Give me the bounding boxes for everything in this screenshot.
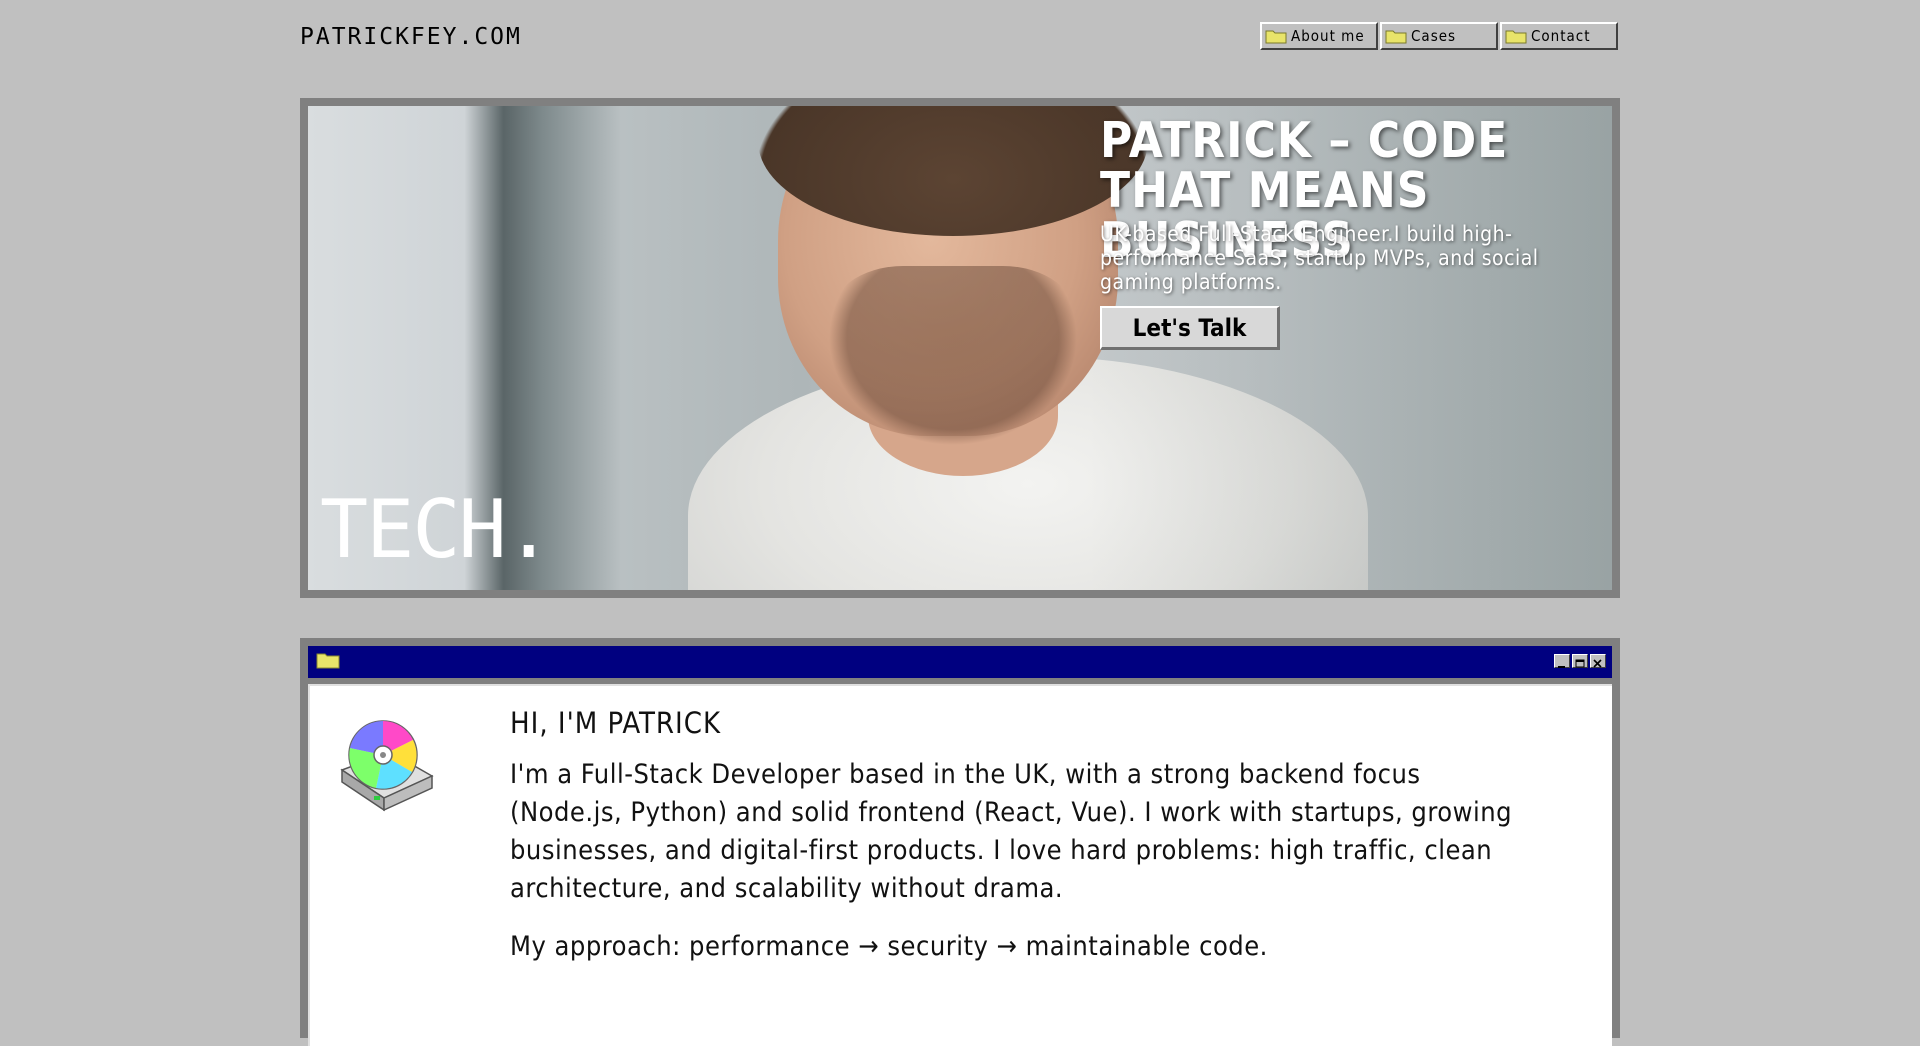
about-heading: HI, I'M PATRICK (510, 706, 722, 740)
nav-item-about[interactable]: About me (1260, 22, 1378, 50)
main-nav: About me Cases Contact (1260, 22, 1618, 50)
window-content: HI, I'M PATRICK I'm a Full-Stack Develop… (308, 684, 1612, 1046)
close-icon[interactable] (1590, 654, 1606, 668)
hero-photo-beard (828, 266, 1078, 446)
minimize-icon[interactable] (1554, 654, 1570, 668)
about-window: HI, I'M PATRICK I'm a Full-Stack Develop… (300, 638, 1620, 1046)
window-titlebar[interactable] (308, 646, 1612, 678)
nav-item-cases[interactable]: Cases (1380, 22, 1498, 50)
hero-overlay-word: TECH. (320, 483, 553, 576)
maximize-icon[interactable] (1572, 654, 1588, 668)
nav-label: About me (1291, 27, 1365, 45)
window-controls (1554, 654, 1606, 668)
about-text: HI, I'M PATRICK I'm a Full-Stack Develop… (510, 706, 1540, 986)
cd-drive-icon (328, 708, 438, 818)
nav-label: Contact (1531, 27, 1591, 45)
lets-talk-button[interactable]: Let's Talk (1100, 306, 1280, 350)
nav-item-contact[interactable]: Contact (1500, 22, 1618, 50)
about-paragraph: I'm a Full-Stack Developer based in the … (510, 759, 1513, 904)
hero-frame: PATRICK – CODE THAT MEANS BUSINESS UK-ba… (300, 98, 1620, 598)
folder-icon (1505, 28, 1527, 44)
approach-paragraph: My approach: performance → security → ma… (510, 931, 1268, 962)
folder-icon (316, 651, 340, 673)
site-logo[interactable]: PATRICKFEY.COM (300, 24, 522, 50)
nav-label: Cases (1411, 27, 1457, 45)
hero-image: PATRICK – CODE THAT MEANS BUSINESS UK-ba… (308, 106, 1612, 590)
hero-subtitle: UK-based Full-Stack Engineer.I build hig… (1100, 222, 1539, 294)
folder-icon (1265, 28, 1287, 44)
folder-icon (1385, 28, 1407, 44)
